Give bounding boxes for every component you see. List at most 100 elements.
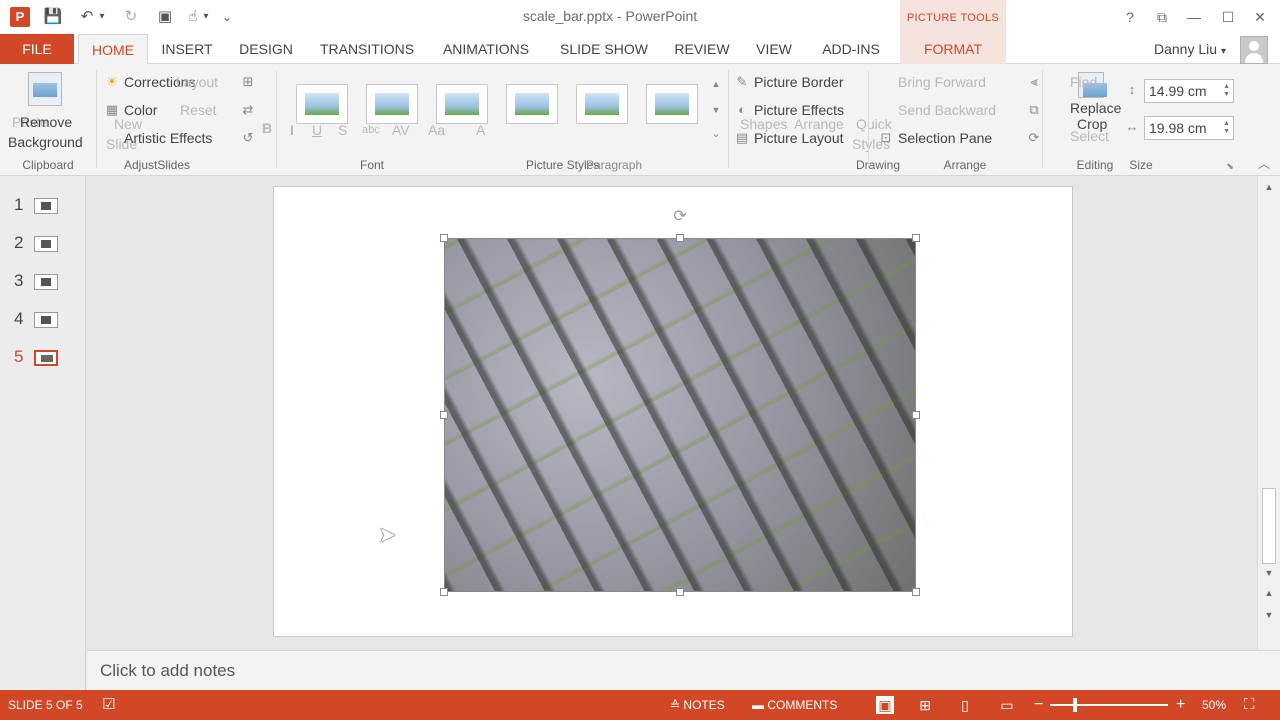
picture-style-rounded[interactable] bbox=[506, 84, 558, 124]
vertical-scrollbar[interactable]: ▲ ▼ ▲ ▼ bbox=[1257, 176, 1280, 650]
tab-animations[interactable]: ANIMATIONS bbox=[430, 34, 542, 64]
selection-pane-button[interactable]: Selection Pane bbox=[898, 130, 992, 146]
group-objects-icon[interactable]: ⧉ bbox=[1026, 102, 1042, 118]
tab-home[interactable]: HOME bbox=[78, 34, 148, 64]
previous-slide-icon[interactable]: ▲ bbox=[1262, 586, 1276, 600]
picture-style-reflected[interactable] bbox=[576, 84, 628, 124]
slide-thumbnail-1[interactable]: 1 bbox=[0, 190, 86, 220]
comments-toggle-button[interactable]: ▬ COMMENTS bbox=[752, 690, 837, 720]
undo-icon[interactable]: ↶ bbox=[76, 6, 98, 28]
tab-review[interactable]: REVIEW bbox=[664, 34, 740, 64]
remove-background-label[interactable]: Remove bbox=[20, 114, 72, 130]
collapse-ribbon-icon[interactable]: ︿ bbox=[1256, 156, 1272, 172]
close-button[interactable]: ✕ bbox=[1246, 6, 1274, 28]
layout-button[interactable]: Layout bbox=[176, 74, 218, 90]
slide-thumbnail-2[interactable]: 2 bbox=[0, 228, 86, 258]
align-icon[interactable]: ⫷ bbox=[1026, 74, 1042, 90]
scroll-up-icon[interactable]: ▲ bbox=[1262, 180, 1276, 194]
shape-height-field[interactable]: 14.99 cm ▲ ▼ bbox=[1144, 79, 1234, 103]
resize-handle-right[interactable] bbox=[912, 411, 920, 419]
notes-toggle-button[interactable]: ≙ NOTES bbox=[670, 690, 725, 720]
zoom-slider-track[interactable] bbox=[1050, 704, 1168, 706]
picture-style-shadow[interactable] bbox=[436, 84, 488, 124]
slideshow-view-icon[interactable]: ▭ bbox=[998, 696, 1016, 714]
bring-forward-button[interactable]: Bring Forward bbox=[898, 74, 986, 90]
slide-thumbnail-5[interactable]: 5 bbox=[0, 342, 86, 372]
shape-width-field[interactable]: 19.98 cm ▲ ▼ bbox=[1144, 116, 1234, 140]
microscope-picture[interactable] bbox=[444, 238, 916, 592]
tab-insert[interactable]: INSERT bbox=[152, 34, 222, 64]
slide-sorter-view-icon[interactable]: ⊞ bbox=[916, 696, 934, 714]
user-account-name[interactable]: Danny Liu ▾ bbox=[1154, 34, 1226, 67]
tab-format[interactable]: FORMAT bbox=[900, 34, 1006, 64]
notes-placeholder[interactable]: Click to add notes bbox=[100, 661, 235, 681]
resize-handle-bottom-left[interactable] bbox=[440, 588, 448, 596]
notes-pane[interactable]: Click to add notes bbox=[87, 650, 1280, 690]
tab-slide-show[interactable]: SLIDE SHOW bbox=[550, 34, 658, 64]
customize-qat-icon[interactable]: ⌄ bbox=[220, 6, 234, 28]
resize-handle-bottom[interactable] bbox=[676, 588, 684, 596]
reading-view-icon[interactable]: ▯ bbox=[956, 696, 974, 714]
change-picture-icon[interactable]: ⇄ bbox=[240, 102, 256, 118]
tab-view[interactable]: VIEW bbox=[746, 34, 802, 64]
remove-background-icon[interactable] bbox=[28, 72, 62, 106]
gallery-more-icon[interactable]: ⌄ bbox=[708, 126, 724, 142]
fit-slide-icon[interactable]: ⛶ bbox=[1244, 690, 1255, 720]
char-spacing-icon[interactable]: AV bbox=[392, 122, 410, 138]
help-icon[interactable]: ? bbox=[1116, 6, 1144, 28]
picture-layout-button[interactable]: Picture Layout bbox=[754, 130, 844, 146]
size-dialog-launcher-icon[interactable]: ⬊ bbox=[1222, 158, 1238, 174]
height-spinner-icon[interactable]: ▲ ▼ bbox=[1223, 83, 1230, 99]
undo-menu-chevron-icon[interactable]: ▾ bbox=[96, 6, 108, 28]
zoom-slider-knob[interactable] bbox=[1073, 698, 1077, 712]
resize-handle-top[interactable] bbox=[676, 234, 684, 242]
picture-style-simple-frame[interactable] bbox=[296, 84, 348, 124]
tab-add-ins[interactable]: ADD-INS bbox=[810, 34, 892, 64]
picture-border-button[interactable]: Picture Border bbox=[754, 74, 843, 90]
zoom-out-button[interactable]: − bbox=[1034, 690, 1043, 720]
compress-pictures-icon[interactable]: ⊞ bbox=[240, 74, 256, 90]
underline-icon[interactable]: U bbox=[312, 122, 322, 138]
find-button[interactable]: Find bbox=[1070, 74, 1097, 90]
abc-icon[interactable]: abc bbox=[362, 124, 380, 136]
zoom-in-button[interactable]: + bbox=[1176, 690, 1185, 720]
touch-menu-chevron-icon[interactable]: ▾ bbox=[200, 6, 212, 28]
tab-transitions[interactable]: TRANSITIONS bbox=[310, 34, 424, 64]
save-icon[interactable]: 💾 bbox=[42, 6, 64, 28]
minimize-button[interactable]: — bbox=[1180, 6, 1208, 28]
ribbon-display-options-icon[interactable]: ⧉ bbox=[1148, 6, 1176, 28]
resize-handle-bottom-right[interactable] bbox=[912, 588, 920, 596]
bold-icon[interactable]: B bbox=[262, 120, 272, 136]
normal-view-icon[interactable]: ▣ bbox=[876, 696, 894, 714]
scroll-down-icon[interactable]: ▼ bbox=[1262, 566, 1276, 580]
start-slideshow-icon[interactable]: ▣ bbox=[154, 6, 176, 28]
picture-style-beveled[interactable] bbox=[366, 84, 418, 124]
redo-icon[interactable]: ↻ bbox=[120, 6, 142, 28]
zoom-level[interactable]: 50% bbox=[1202, 690, 1226, 720]
rotate-icon[interactable]: ⟳ bbox=[1026, 130, 1042, 146]
tab-file[interactable]: FILE bbox=[0, 34, 74, 64]
spell-check-icon[interactable]: ☑ bbox=[102, 690, 115, 720]
slide-thumbnail-3[interactable]: 3 bbox=[0, 266, 86, 296]
rotate-handle-icon[interactable]: ⟳ bbox=[671, 208, 689, 226]
send-backward-button[interactable]: Send Backward bbox=[898, 102, 996, 118]
gallery-scroll-down-icon[interactable]: ▼ bbox=[708, 102, 724, 118]
resize-handle-top-left[interactable] bbox=[440, 234, 448, 242]
width-spinner-icon[interactable]: ▲ ▼ bbox=[1223, 120, 1230, 136]
italic-icon[interactable]: I bbox=[290, 122, 294, 138]
strikethrough-icon[interactable]: S bbox=[338, 122, 347, 138]
font-color-icon[interactable]: A bbox=[476, 122, 485, 138]
reset-picture-icon[interactable]: ↺ bbox=[240, 130, 256, 146]
next-slide-icon[interactable]: ▼ bbox=[1262, 608, 1276, 622]
artistic-effects-button[interactable]: Artistic Effects bbox=[124, 130, 212, 146]
resize-handle-top-right[interactable] bbox=[912, 234, 920, 242]
replace-button[interactable]: Replace bbox=[1070, 100, 1121, 116]
slide-thumbnail-4[interactable]: 4 bbox=[0, 304, 86, 334]
remove-background-label-2[interactable]: Background bbox=[8, 134, 83, 150]
resize-handle-left[interactable] bbox=[440, 411, 448, 419]
picture-style-soft-edge[interactable] bbox=[646, 84, 698, 124]
gallery-scroll-up-icon[interactable]: ▲ bbox=[708, 76, 724, 92]
select-button[interactable]: Select bbox=[1070, 128, 1109, 144]
scrollbar-thumb[interactable] bbox=[1262, 488, 1276, 564]
avatar[interactable] bbox=[1240, 36, 1268, 64]
